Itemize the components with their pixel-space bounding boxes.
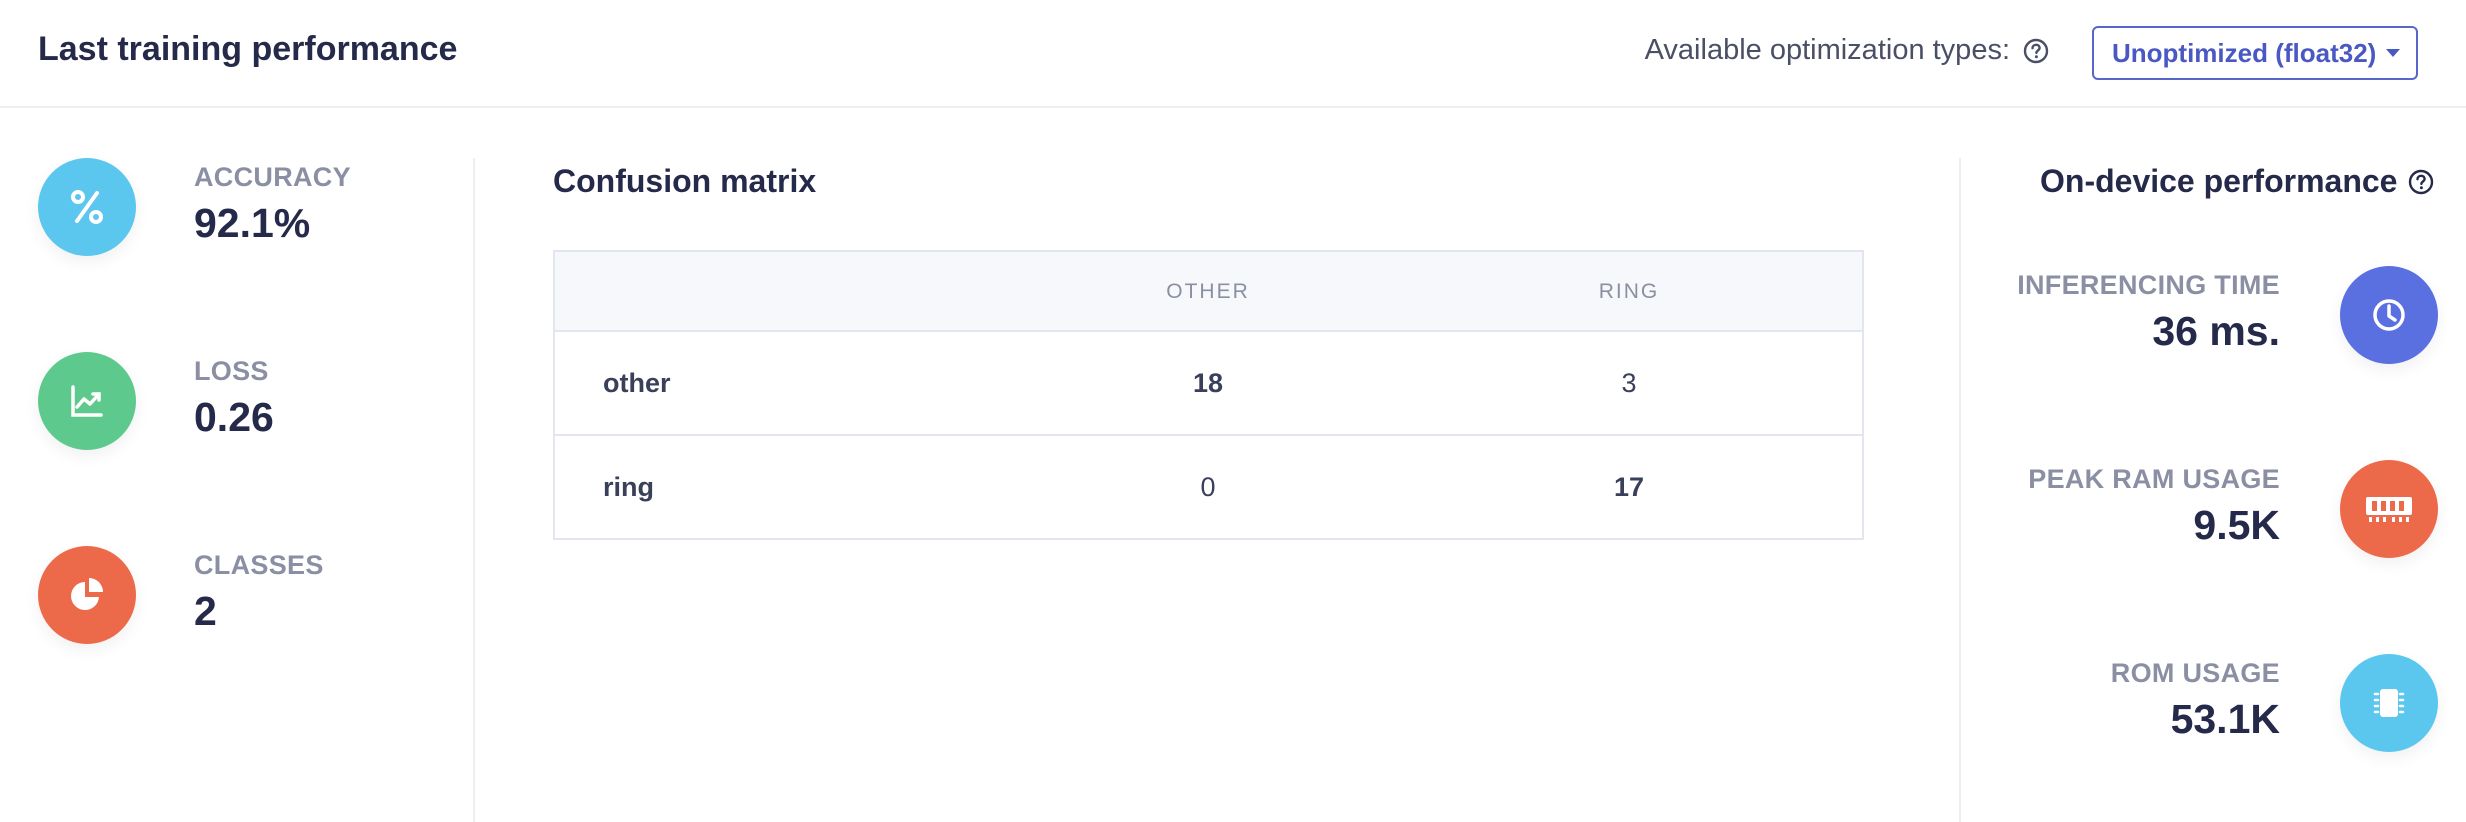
peak-ram-label: PEAK RAM USAGE: [2028, 464, 2280, 494]
chevron-down-icon: [2386, 49, 2400, 57]
accuracy-label: ACCURACY: [194, 162, 351, 192]
classes-label: CLASSES: [194, 550, 324, 580]
rom-usage-label: ROM USAGE: [2110, 658, 2280, 688]
table-header-row: OTHER RING: [555, 252, 1862, 332]
chip-icon: [2340, 654, 2438, 752]
rom-usage-value: 53.1K: [2170, 696, 2280, 742]
accuracy-value: 92.1%: [194, 200, 311, 246]
loss-value: 0.26: [194, 394, 274, 440]
inferencing-time-label: INFERENCING TIME: [2017, 270, 2280, 300]
on-device-title: On-device performance: [2040, 163, 2435, 200]
on-device-title-text: On-device performance: [2040, 163, 2398, 199]
loss-label: LOSS: [194, 356, 269, 386]
column-header-other: OTHER: [1166, 280, 1250, 303]
column-header-ring: RING: [1598, 280, 1660, 303]
table-row: ring 0 17: [555, 436, 1862, 540]
inferencing-time-value: 36 ms.: [2152, 308, 2280, 354]
confusion-matrix-table: OTHER RING other 18 3 ring 0 17: [553, 250, 1864, 540]
row-label-ring: ring: [603, 472, 654, 502]
optimization-label-text: Available optimization types:: [1644, 34, 2010, 66]
help-icon[interactable]: [2407, 168, 2435, 196]
cell-other-other: 18: [1192, 368, 1224, 398]
optimization-label: Available optimization types:: [1645, 34, 2050, 67]
pie-chart-icon: [38, 546, 136, 644]
help-icon[interactable]: [2022, 37, 2050, 65]
clock-icon: [2340, 266, 2438, 364]
optimization-selected-value: Unoptimized (float32): [2112, 37, 2377, 68]
classes-value: 2: [194, 588, 217, 634]
cell-other-ring: 3: [1621, 368, 1637, 398]
page-title: Last training performance: [38, 30, 458, 68]
row-label-other: other: [603, 368, 671, 398]
divider-right: [1959, 158, 1961, 822]
confusion-matrix-title: Confusion matrix: [553, 163, 817, 199]
cell-ring-ring: 17: [1613, 472, 1645, 502]
table-row: other 18 3: [555, 332, 1862, 436]
optimization-type-dropdown[interactable]: Unoptimized (float32): [2092, 26, 2418, 80]
chart-trend-icon: [38, 352, 136, 450]
divider-left: [473, 158, 475, 822]
peak-ram-value: 9.5K: [2193, 502, 2280, 548]
ram-icon: [2340, 460, 2438, 558]
percent-icon: [38, 158, 136, 256]
header-bar: Last training performance Available opti…: [0, 0, 2466, 108]
cell-ring-other: 0: [1200, 472, 1216, 502]
